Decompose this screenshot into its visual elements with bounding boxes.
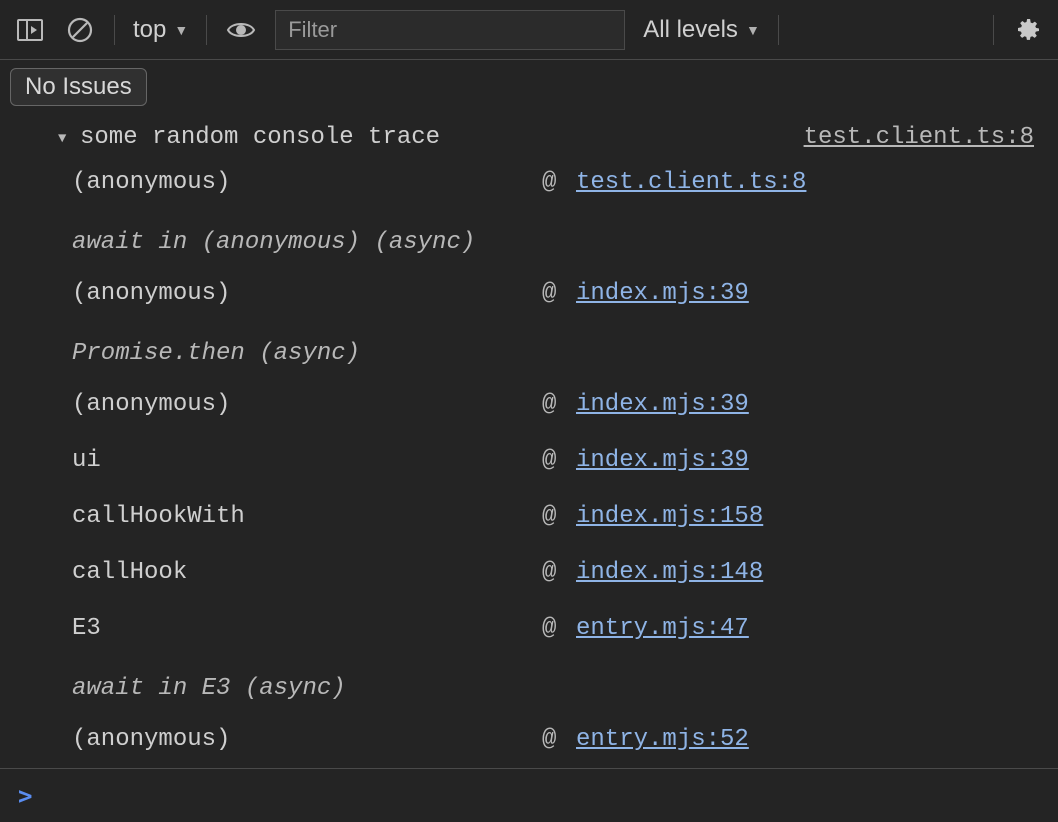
- stack-frame: (anonymous)@index.mjs:39: [72, 377, 1034, 433]
- frame-location-link[interactable]: index.mjs:148: [576, 555, 1034, 591]
- stack-frame: (anonymous)@test.client.ts:8: [72, 155, 1034, 211]
- frame-function: (anonymous): [72, 722, 542, 758]
- console-prompt-input[interactable]: [42, 783, 1040, 808]
- toolbar-divider: [206, 15, 207, 45]
- stack-frame: ui@index.mjs:39: [72, 433, 1034, 489]
- caret-down-icon: ▼: [746, 22, 760, 38]
- async-boundary: await in E3 (async): [72, 657, 1034, 712]
- frame-function: callHook: [72, 555, 542, 591]
- filter-input[interactable]: [275, 10, 625, 50]
- frame-at-symbol: @: [542, 276, 576, 312]
- trace-header-row[interactable]: ▼ some random console trace test.client.…: [0, 120, 1058, 153]
- frame-location-link[interactable]: entry.mjs:47: [576, 611, 1034, 647]
- issues-bar: No Issues: [0, 60, 1058, 116]
- disclosure-triangle-icon[interactable]: ▼: [58, 131, 66, 147]
- log-levels-label: All levels: [643, 16, 738, 44]
- frame-location-link[interactable]: index.mjs:158: [576, 499, 1034, 535]
- toggle-sidebar-icon[interactable]: [14, 14, 46, 46]
- caret-down-icon: ▼: [174, 22, 188, 38]
- frame-at-symbol: @: [542, 165, 576, 201]
- frame-at-symbol: @: [542, 443, 576, 479]
- frame-at-symbol: @: [542, 611, 576, 647]
- stack-frame: (anonymous)@entry.mjs:52: [72, 712, 1034, 768]
- console-toolbar: top ▼ All levels ▼: [0, 0, 1058, 60]
- frame-location-link[interactable]: index.mjs:39: [576, 443, 1034, 479]
- frame-function: ui: [72, 443, 542, 479]
- clear-console-icon[interactable]: [64, 14, 96, 46]
- frame-at-symbol: @: [542, 722, 576, 758]
- console-messages: ▼ some random console trace test.client.…: [0, 116, 1058, 778]
- frame-location-link[interactable]: index.mjs:39: [576, 387, 1034, 423]
- frame-location-link[interactable]: index.mjs:39: [576, 276, 1034, 312]
- toolbar-divider: [778, 15, 779, 45]
- frame-function: (anonymous): [72, 387, 542, 423]
- frame-function: (anonymous): [72, 276, 542, 312]
- console-prompt-bar: >: [0, 768, 1058, 822]
- prompt-chevron-icon: >: [18, 782, 32, 810]
- trace-source-link[interactable]: test.client.ts:8: [804, 124, 1034, 151]
- stack-frame: (anonymous)@index.mjs:39: [72, 266, 1034, 322]
- async-boundary: Promise.then (async): [72, 322, 1034, 377]
- toolbar-divider: [114, 15, 115, 45]
- trace-message: some random console trace: [80, 124, 440, 151]
- stack-frame: callHookWith@index.mjs:158: [72, 489, 1034, 545]
- log-levels-selector[interactable]: All levels ▼: [643, 16, 760, 44]
- frame-at-symbol: @: [542, 555, 576, 591]
- context-selector[interactable]: top ▼: [133, 16, 188, 44]
- frame-function: (anonymous): [72, 165, 542, 201]
- stack-frame: callHook@index.mjs:148: [72, 545, 1034, 601]
- settings-icon[interactable]: [1012, 14, 1044, 46]
- frame-location-link[interactable]: entry.mjs:52: [576, 722, 1034, 758]
- eye-icon[interactable]: [225, 14, 257, 46]
- frame-function: E3: [72, 611, 542, 647]
- issues-button[interactable]: No Issues: [10, 68, 147, 106]
- stack-frame: E3@entry.mjs:47: [72, 601, 1034, 657]
- async-boundary: await in (anonymous) (async): [72, 211, 1034, 266]
- frame-at-symbol: @: [542, 387, 576, 423]
- stack-trace: (anonymous)@test.client.ts:8await in (an…: [0, 153, 1058, 778]
- frame-at-symbol: @: [542, 499, 576, 535]
- toolbar-divider: [993, 15, 994, 45]
- frame-location-link[interactable]: test.client.ts:8: [576, 165, 1034, 201]
- frame-function: callHookWith: [72, 499, 542, 535]
- context-label: top: [133, 16, 166, 44]
